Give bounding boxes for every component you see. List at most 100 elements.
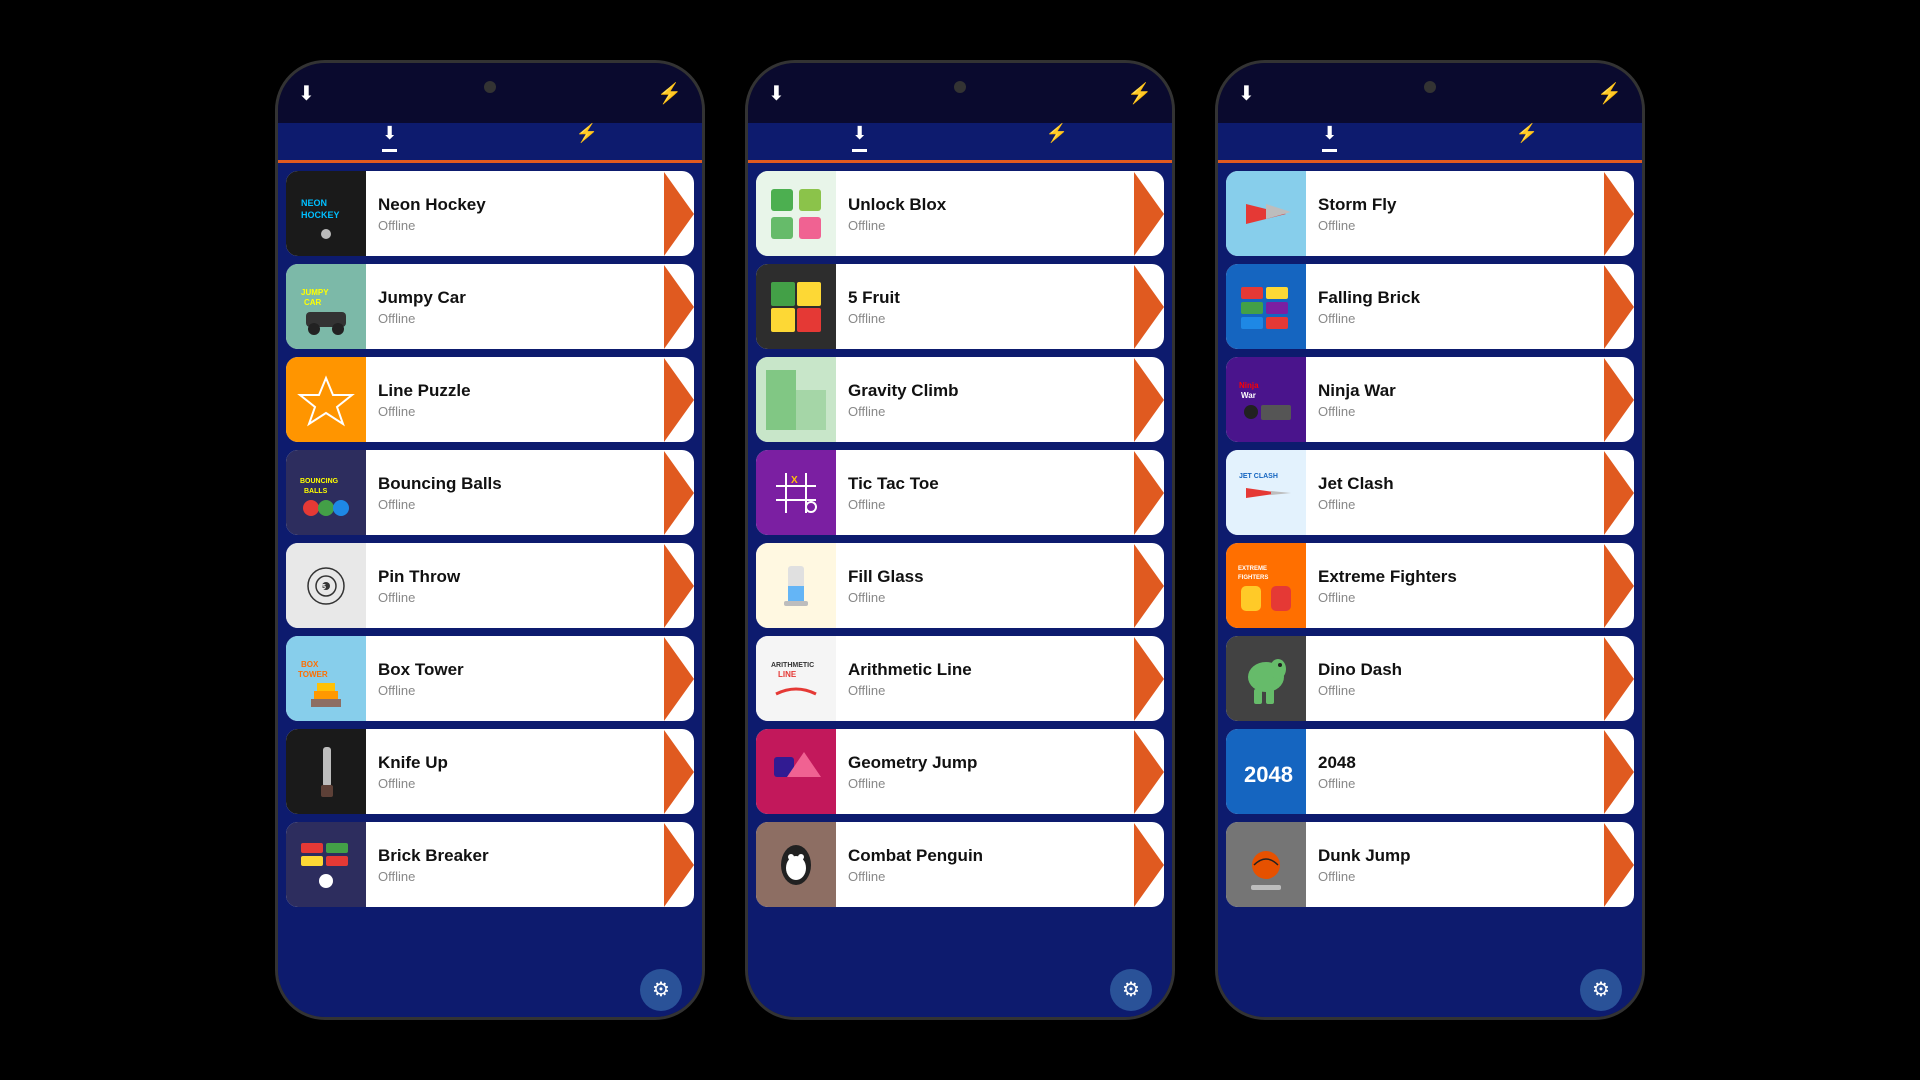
game-name: Dunk Jump xyxy=(1318,846,1622,866)
game-info-fill-glass: Fill Glass Offline xyxy=(836,559,1164,613)
svg-text:EXTREME: EXTREME xyxy=(1238,566,1267,572)
svg-text:TOWER: TOWER xyxy=(298,670,328,679)
settings-button-3[interactable]: ⚙ xyxy=(1580,969,1622,1011)
svg-text:BOX: BOX xyxy=(301,660,319,669)
game-name: Tic Tac Toe xyxy=(848,474,1152,494)
game-status: Offline xyxy=(1318,497,1622,512)
game-status: Offline xyxy=(848,311,1152,326)
game-name: 2048 xyxy=(1318,753,1622,773)
svg-text:CAR: CAR xyxy=(304,298,322,307)
game-status: Offline xyxy=(848,869,1152,884)
game-name: 5 Fruit xyxy=(848,288,1152,308)
tab-flash-3[interactable]: ⚡ xyxy=(1515,123,1537,152)
game-name: Combat Penguin xyxy=(848,846,1152,866)
settings-button-1[interactable]: ⚙ xyxy=(640,969,682,1011)
list-item[interactable]: Geometry Jump Offline xyxy=(756,729,1164,814)
game-arrow xyxy=(664,172,694,256)
list-item[interactable]: Dino Dash Offline xyxy=(1226,636,1634,721)
list-item[interactable]: NinjaWar Ninja War Offline xyxy=(1226,357,1634,442)
game-arrow xyxy=(1134,451,1164,535)
game-info-unlock-blox: Unlock Blox Offline xyxy=(836,187,1164,241)
list-item[interactable]: Line Puzzle Offline xyxy=(286,357,694,442)
game-status: Offline xyxy=(848,683,1152,698)
list-item[interactable]: X Tic Tac Toe Offline xyxy=(756,450,1164,535)
game-status: Offline xyxy=(848,218,1152,233)
settings-button-2[interactable]: ⚙ xyxy=(1110,969,1152,1011)
list-item[interactable]: Unlock Blox Offline xyxy=(756,171,1164,256)
list-item[interactable]: Falling Brick Offline xyxy=(1226,264,1634,349)
game-status: Offline xyxy=(378,404,682,419)
list-item[interactable]: Brick Breaker Offline xyxy=(286,822,694,907)
game-thumb-neon-hockey: NEON HOCKEY xyxy=(286,171,366,256)
game-arrow xyxy=(664,451,694,535)
game-status: Offline xyxy=(1318,776,1622,791)
list-item[interactable]: BOXTOWER Box Tower Offline xyxy=(286,636,694,721)
svg-text:X: X xyxy=(791,475,798,486)
flash-icon-2: ⚡ xyxy=(1127,81,1152,106)
svg-text:FIGHTERS: FIGHTERS xyxy=(1238,575,1268,581)
list-item[interactable]: Knife Up Offline xyxy=(286,729,694,814)
phone-notch-2: ⬇ ⚡ xyxy=(748,63,1172,123)
tab-download-1[interactable]: ⬇ xyxy=(382,123,397,152)
svg-text:2048: 2048 xyxy=(1244,762,1293,787)
game-status: Offline xyxy=(1318,869,1622,884)
list-item[interactable]: JUMPYCAR Jumpy Car Offline xyxy=(286,264,694,349)
game-thumb-ninja-war: NinjaWar xyxy=(1226,357,1306,442)
game-status: Offline xyxy=(848,497,1152,512)
phone-3: ⬇ ⚡ ⬇ ⚡ Storm Fly Offline Falling Brick … xyxy=(1215,60,1645,1020)
game-status: Offline xyxy=(378,311,682,326)
game-name: Falling Brick xyxy=(1318,288,1622,308)
phone-header-2: ⬇ ⚡ xyxy=(748,123,1172,163)
game-arrow xyxy=(1604,544,1634,628)
list-item[interactable]: JET CLASH Jet Clash Offline xyxy=(1226,450,1634,535)
tab-flash-1[interactable]: ⚡ xyxy=(575,123,597,152)
game-name: Geometry Jump xyxy=(848,753,1152,773)
game-info-neon-hockey: Neon Hockey Offline xyxy=(366,187,694,241)
game-status: Offline xyxy=(848,590,1152,605)
game-thumb-jet-clash: JET CLASH xyxy=(1226,450,1306,535)
game-name: Storm Fly xyxy=(1318,195,1622,215)
tab-download-2[interactable]: ⬇ xyxy=(852,123,867,152)
game-info-gravity-climb: Gravity Climb Offline xyxy=(836,373,1164,427)
game-arrow xyxy=(1604,730,1634,814)
list-item[interactable]: ARITHMETICLINE Arithmetic Line Offline xyxy=(756,636,1164,721)
game-thumb-brick-breaker xyxy=(286,822,366,907)
list-item[interactable]: NEON HOCKEY Neon Hockey Offline xyxy=(286,171,694,256)
list-item[interactable]: 5 Pin Throw Offline xyxy=(286,543,694,628)
phone-header-3: ⬇ ⚡ xyxy=(1218,123,1642,163)
game-name: Neon Hockey xyxy=(378,195,682,215)
list-item[interactable]: 2048 2048 Offline xyxy=(1226,729,1634,814)
game-name: Line Puzzle xyxy=(378,381,682,401)
game-name: Arithmetic Line xyxy=(848,660,1152,680)
game-thumb-dino-dash xyxy=(1226,636,1306,721)
list-item[interactable]: Dunk Jump Offline xyxy=(1226,822,1634,907)
game-status: Offline xyxy=(1318,404,1622,419)
game-arrow xyxy=(664,730,694,814)
game-thumb-jumpy-car: JUMPYCAR xyxy=(286,264,366,349)
game-name: Dino Dash xyxy=(1318,660,1622,680)
list-item[interactable]: Storm Fly Offline xyxy=(1226,171,1634,256)
game-name: Pin Throw xyxy=(378,567,682,587)
phone-1: ⬇ ⚡ ⬇ ⚡ NEON HOCKEY Neon Hockey Offline xyxy=(275,60,705,1020)
game-info-pin-throw: Pin Throw Offline xyxy=(366,559,694,613)
game-thumb-5-fruit xyxy=(756,264,836,349)
game-list-1: NEON HOCKEY Neon Hockey Offline JUMPYCAR… xyxy=(278,163,702,962)
phone-notch-1: ⬇ ⚡ xyxy=(278,63,702,123)
game-arrow xyxy=(1604,265,1634,349)
svg-text:BALLS: BALLS xyxy=(304,488,328,495)
game-arrow xyxy=(1134,172,1164,256)
game-thumb-tic-tac-toe: X xyxy=(756,450,836,535)
list-item[interactable]: Fill Glass Offline xyxy=(756,543,1164,628)
game-thumb-combat-penguin xyxy=(756,822,836,907)
flash-icon-1: ⚡ xyxy=(657,81,682,106)
list-item[interactable]: Combat Penguin Offline xyxy=(756,822,1164,907)
list-item[interactable]: EXTREMEFIGHTERS Extreme Fighters Offline xyxy=(1226,543,1634,628)
list-item[interactable]: Gravity Climb Offline xyxy=(756,357,1164,442)
list-item[interactable]: BOUNCINGBALLS Bouncing Balls Offline xyxy=(286,450,694,535)
list-item[interactable]: 5 Fruit Offline xyxy=(756,264,1164,349)
tab-download-3[interactable]: ⬇ xyxy=(1322,123,1337,152)
game-arrow xyxy=(1134,265,1164,349)
tab-flash-2[interactable]: ⚡ xyxy=(1045,123,1067,152)
game-status: Offline xyxy=(1318,218,1622,233)
game-thumb-falling-brick xyxy=(1226,264,1306,349)
